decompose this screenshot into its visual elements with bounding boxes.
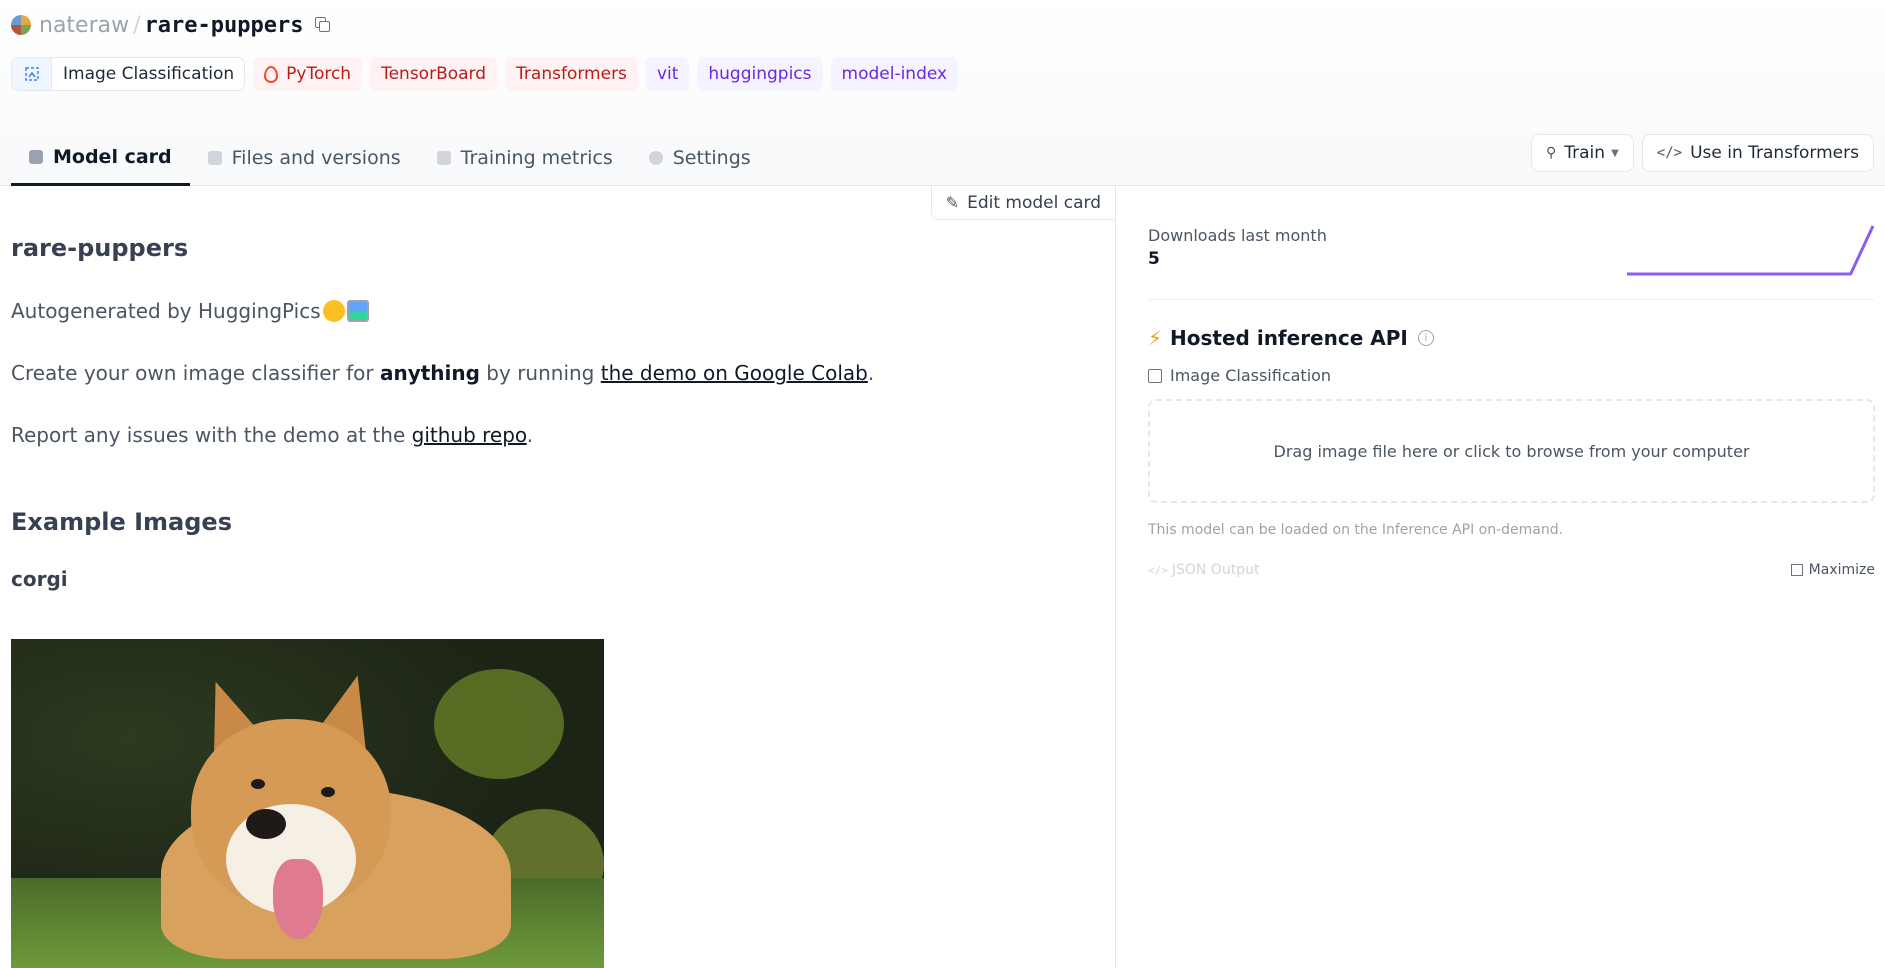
code-icon: </>: [1656, 145, 1683, 161]
image-dropzone[interactable]: Drag image file here or click to browse …: [1148, 399, 1875, 503]
json-output-label: JSON Output: [1171, 562, 1260, 578]
info-icon[interactable]: i: [1417, 330, 1434, 346]
edit-label: Edit model card: [967, 192, 1101, 213]
tab-label: Training metrics: [460, 147, 613, 169]
files-icon: [207, 151, 222, 165]
corgi-example-image: [11, 639, 604, 968]
wrench-icon: ⚲: [1546, 145, 1557, 161]
tab-label: Settings: [672, 147, 751, 169]
model-card-panel: ✎ Edit model card rare-puppers Autogener…: [0, 186, 1116, 968]
maximize-button[interactable]: Maximize: [1790, 562, 1875, 578]
api-task-label: Image Classification: [1148, 366, 1331, 385]
repo-header: nateraw / rare-puppers Image Classificat…: [0, 0, 1885, 186]
edit-model-card-button[interactable]: ✎ Edit model card: [930, 186, 1115, 220]
cube-icon: [29, 149, 43, 164]
downloads-value: 5: [1148, 249, 1160, 269]
tag-image-classification[interactable]: Image Classification: [11, 57, 246, 91]
tab-training-metrics[interactable]: Training metrics: [419, 130, 631, 186]
chevron-down-icon: ▼: [1611, 147, 1619, 159]
code-icon: </>: [1148, 563, 1168, 577]
tag-label: huggingpics: [708, 64, 812, 84]
use-in-label: Use in Transformers: [1690, 143, 1859, 163]
inference-api-heading: ⚡ Hosted inference API i: [1148, 326, 1434, 350]
image-classification-icon: [1148, 368, 1162, 383]
downloads-label: Downloads last month: [1148, 226, 1327, 245]
tab-settings[interactable]: Settings: [631, 130, 769, 186]
colab-demo-link[interactable]: the demo on Google Colab: [601, 361, 868, 385]
report-prefix: Report any issues with the demo at the: [11, 423, 412, 447]
pytorch-icon: [264, 65, 279, 83]
framed-picture-emoji-icon: [346, 300, 369, 322]
tab-label: Model card: [53, 145, 172, 168]
image-classification-icon: [12, 58, 52, 90]
maximize-icon: [1790, 564, 1803, 576]
tag-vit[interactable]: vit: [645, 57, 690, 91]
tag-tensorboard[interactable]: TensorBoard: [370, 57, 498, 91]
pencil-icon: ✎: [945, 193, 960, 212]
repo-tabs: Model card Files and versions Training m…: [11, 130, 769, 186]
dropzone-text: Drag image file here or click to browse …: [1273, 441, 1750, 461]
model-card-title: rare-puppers: [11, 234, 189, 262]
lightning-icon: ⚡: [1148, 326, 1163, 350]
tag-label: Transformers: [516, 64, 627, 84]
downloads-series-line: [1627, 225, 1875, 276]
create-bold: anything: [379, 361, 480, 385]
gear-icon: [648, 151, 663, 165]
corgi-heading: corgi: [11, 567, 68, 591]
autogen-paragraph: Autogenerated by HuggingPics: [11, 299, 369, 323]
header-actions: ⚲ Train ▼ </> Use in Transformers: [1531, 134, 1874, 172]
repo-title: nateraw / rare-puppers: [11, 12, 331, 38]
tab-files-and-versions[interactable]: Files and versions: [190, 130, 419, 186]
sidebar: Downloads last month 5 ⚡ Hosted inferenc…: [1148, 186, 1875, 968]
repo-owner-link[interactable]: nateraw: [39, 13, 129, 38]
use-in-transformers-button[interactable]: </> Use in Transformers: [1641, 134, 1874, 172]
train-label: Train: [1564, 143, 1606, 163]
create-paragraph: Create your own image classifier for any…: [11, 361, 874, 385]
tag-label: vit: [656, 64, 679, 84]
downloads-sparkline: [1627, 225, 1875, 276]
repo-name-link[interactable]: rare-puppers: [145, 13, 304, 38]
tag-list: Image Classification PyTorch TensorBoard…: [11, 57, 959, 91]
on-demand-note: This model can be loaded on the Inferenc…: [1148, 522, 1564, 538]
path-separator: /: [133, 12, 141, 38]
tag-label: TensorBoard: [381, 64, 487, 84]
tag-model-index[interactable]: model-index: [830, 57, 959, 91]
github-repo-link[interactable]: github repo: [412, 423, 527, 447]
avatar[interactable]: [11, 15, 31, 35]
tag-huggingpics[interactable]: huggingpics: [697, 57, 823, 91]
copy-icon[interactable]: [315, 17, 331, 33]
api-title: Hosted inference API: [1170, 326, 1408, 350]
divider: [1148, 299, 1875, 300]
hugging-face-emoji-icon: [322, 300, 345, 322]
report-paragraph: Report any issues with the demo at the g…: [11, 423, 533, 447]
tag-label: model-index: [841, 64, 948, 84]
tab-label: Files and versions: [231, 147, 401, 169]
tag-label: PyTorch: [286, 64, 352, 84]
json-output-button[interactable]: </> JSON Output: [1148, 562, 1259, 578]
train-button[interactable]: ⚲ Train ▼: [1531, 134, 1634, 172]
tag-label: Image Classification: [63, 64, 235, 84]
example-images-heading: Example Images: [11, 508, 232, 536]
tensorboard-icon: [436, 151, 451, 165]
autogen-text: Autogenerated by HuggingPics: [11, 299, 321, 323]
create-prefix: Create your own image classifier for: [11, 361, 380, 385]
report-suffix: .: [526, 423, 534, 447]
create-mid: by running: [479, 361, 601, 385]
tab-model-card[interactable]: Model card: [11, 130, 190, 186]
tag-pytorch[interactable]: PyTorch: [253, 57, 363, 91]
maximize-label: Maximize: [1808, 562, 1875, 578]
api-task-text: Image Classification: [1170, 366, 1332, 385]
tag-transformers[interactable]: Transformers: [505, 57, 638, 91]
create-suffix: .: [867, 361, 875, 385]
